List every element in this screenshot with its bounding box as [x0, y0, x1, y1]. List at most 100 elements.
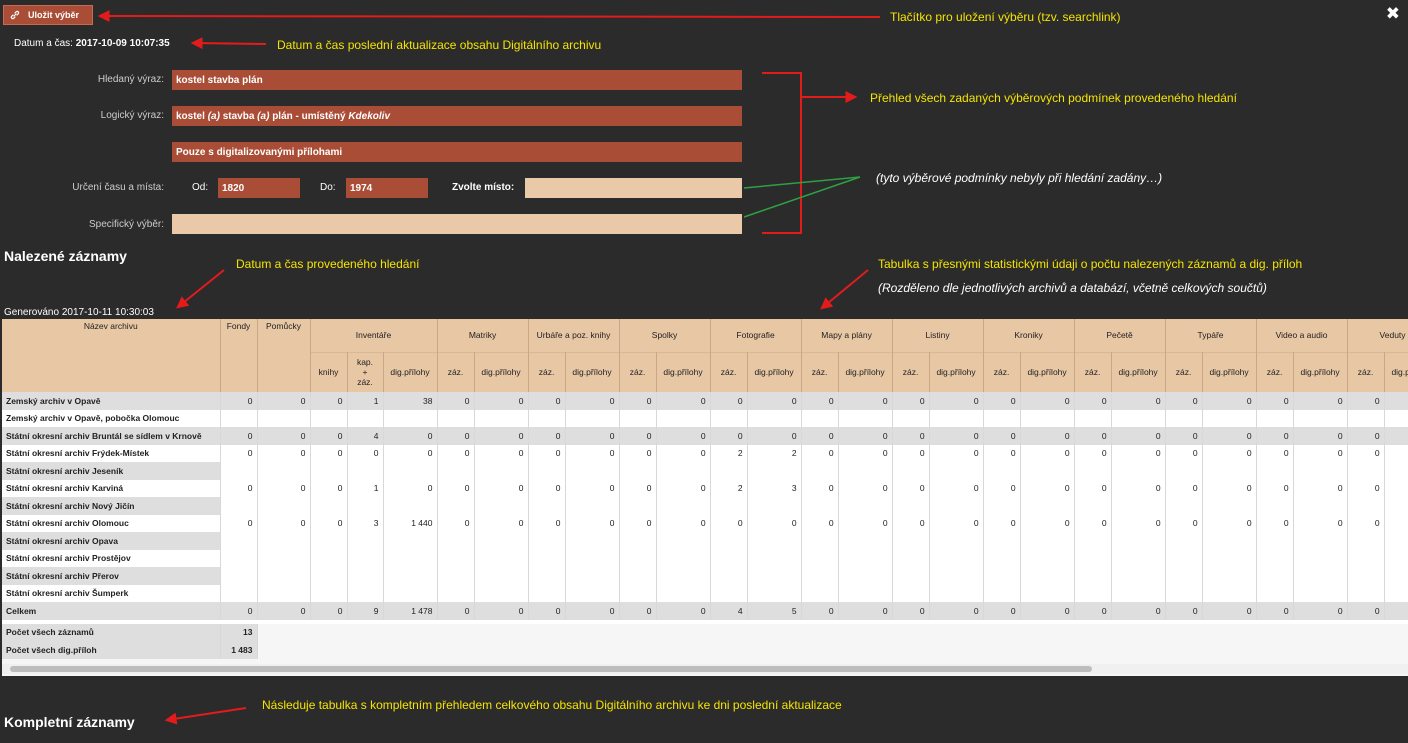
- archive-name: Státní okresní archiv Nový Jičín: [2, 497, 221, 515]
- table-cell: 0: [257, 427, 311, 445]
- table-cell: 0: [656, 479, 711, 497]
- table-cell: 1: [347, 392, 384, 410]
- statistics-table-container[interactable]: Název archivu Fondy Pomůcky Inventáře Matrik…: [2, 319, 1408, 676]
- table-cell: [710, 532, 748, 550]
- table-cell: 0: [1293, 444, 1348, 462]
- table-cell: [1256, 497, 1294, 515]
- table-cell: 3: [747, 479, 802, 497]
- search-summary-page: Uložit výběr ✖ Datum a čas: 2017-10-09 1…: [0, 0, 1408, 743]
- table-cell: [838, 497, 893, 515]
- table-cell: [892, 497, 930, 515]
- close-icon[interactable]: ✖: [1386, 4, 1400, 24]
- table-cell: [1293, 584, 1348, 602]
- arrow-save: [97, 10, 881, 23]
- summary-row: Počet všech dig.příloh 1 483: [2, 641, 1408, 659]
- save-selection-button[interactable]: Uložit výběr: [3, 5, 93, 25]
- table-cell: [892, 532, 930, 550]
- total-cell: 0: [257, 602, 311, 620]
- column-group-header: Urbáře a poz. knihy: [528, 319, 620, 352]
- annotation-table: Tabulka s přesnými statistickými údaji o…: [878, 257, 1303, 271]
- table-cell: [838, 462, 893, 480]
- scrollbar-thumb[interactable]: [10, 666, 1092, 672]
- table-cell: 0: [1020, 479, 1075, 497]
- search-term-label: Hledaný výraz:: [97, 74, 164, 85]
- column-subheader: záz.: [437, 351, 475, 392]
- total-cell: 0: [1293, 602, 1348, 620]
- table-cell: 0: [892, 479, 930, 497]
- total-cell: 0: [892, 602, 930, 620]
- table-cell: 0: [1074, 514, 1112, 532]
- table-cell: 0: [747, 514, 802, 532]
- total-cell: [1384, 602, 1408, 620]
- archive-name: Státní okresní archiv Olomouc: [2, 514, 221, 532]
- table-cell: 0: [929, 427, 984, 445]
- table-cell: [983, 409, 1021, 427]
- table-cell: [528, 409, 566, 427]
- table-cell: 0: [1074, 427, 1112, 445]
- total-label: Celkem: [2, 602, 221, 620]
- table-cell: 0: [565, 392, 620, 410]
- archive-name: Státní okresní archiv Prostějov: [2, 549, 221, 567]
- table-cell: [1384, 427, 1408, 445]
- table-cell: [257, 532, 311, 550]
- table-cell: 0: [710, 514, 748, 532]
- table-cell: [383, 497, 438, 515]
- table-cell: 0: [1111, 444, 1166, 462]
- arrow-complete: [164, 707, 247, 725]
- summary-label: Počet všech záznamů: [2, 623, 221, 641]
- table-cell: [1165, 532, 1203, 550]
- column-header-aids: Pomůcky: [257, 319, 311, 392]
- table-cell: [929, 567, 984, 585]
- table-cell: [1293, 497, 1348, 515]
- table-cell: [656, 567, 711, 585]
- table-cell: 0: [528, 392, 566, 410]
- table-cell: [528, 532, 566, 550]
- place-label: Zvolte místo:: [452, 182, 515, 193]
- table-cell: [437, 409, 475, 427]
- column-subheader: dig.přílohy: [1384, 351, 1408, 392]
- table-cell: [1293, 409, 1348, 427]
- table-cell: [892, 567, 930, 585]
- table-cell: [656, 462, 711, 480]
- table-cell: 0: [1293, 427, 1348, 445]
- table-cell: [1165, 409, 1203, 427]
- column-subheader: záz.: [1347, 351, 1385, 392]
- total-cell: 0: [983, 602, 1021, 620]
- table-cell: 0: [1074, 392, 1112, 410]
- table-cell: 0: [437, 514, 475, 532]
- table-cell: 0: [710, 427, 748, 445]
- link-icon: [10, 10, 20, 20]
- table-cell: 1: [347, 479, 384, 497]
- table-cell: [619, 462, 657, 480]
- table-cell: [1020, 409, 1075, 427]
- table-cell: 0: [565, 479, 620, 497]
- column-subheader: knihy: [310, 351, 348, 392]
- horizontal-scrollbar[interactable]: [2, 664, 1408, 674]
- table-cell: 0: [437, 479, 475, 497]
- table-cell: 0: [983, 514, 1021, 532]
- table-cell: [838, 567, 893, 585]
- table-cell: 0: [838, 392, 893, 410]
- archive-name: Státní okresní archiv Bruntál se sídlem …: [2, 427, 221, 445]
- table-cell: 0: [220, 444, 258, 462]
- column-group-header: Listiny: [892, 319, 984, 352]
- table-cell: [347, 549, 384, 567]
- table-cell: 0: [1256, 514, 1294, 532]
- table-cell: 0: [474, 479, 529, 497]
- table-cell: [1384, 497, 1408, 515]
- table-cell: [1202, 497, 1257, 515]
- total-cell: 0: [619, 602, 657, 620]
- total-cell: 0: [1347, 602, 1385, 620]
- table-cell: [929, 549, 984, 567]
- table-cell: [565, 409, 620, 427]
- annotation-not-set: (tyto výběrové podmínky nebyly při hledá…: [876, 171, 1163, 185]
- table-cell: [619, 497, 657, 515]
- table-cell: 0: [1293, 392, 1348, 410]
- total-cell: 0: [1074, 602, 1112, 620]
- table-cell: [528, 584, 566, 602]
- table-cell: [838, 549, 893, 567]
- table-cell: [1202, 409, 1257, 427]
- total-cell: 5: [747, 602, 802, 620]
- table-row: Státní okresní archiv Olomouc 0 0 0 3 1 440 0 0…: [2, 514, 1408, 532]
- table-cell: [801, 497, 839, 515]
